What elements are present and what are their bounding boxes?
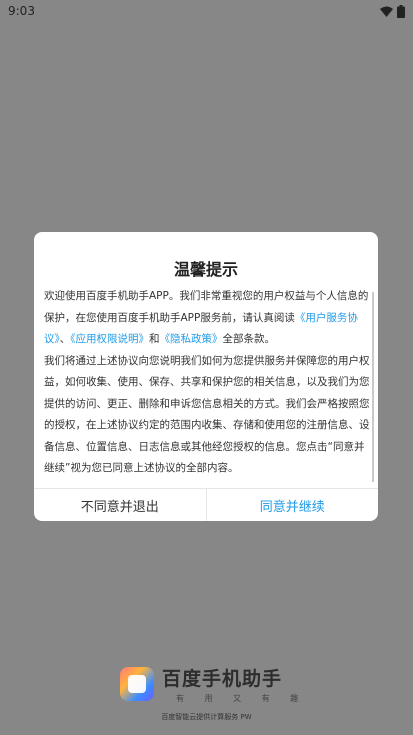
dialog-title: 温馨提示 xyxy=(173,260,238,279)
separator-and: 和 xyxy=(149,333,160,345)
separator-comma: 、 xyxy=(59,333,71,345)
status-bar: 9:03 xyxy=(0,0,413,22)
status-icons xyxy=(380,4,405,18)
dialog-body[interactable]: 欢迎使用百度手机助手APP。我们非常重视您的用户权益与个人信息的保护，在您使用百… xyxy=(44,286,374,486)
intro-paragraph: 欢迎使用百度手机助手APP。我们非常重视您的用户权益与个人信息的保护，在您使用百… xyxy=(44,286,374,351)
battery-icon xyxy=(397,4,405,18)
splash-logo: 百度手机助手 有 用 又 有 趣 xyxy=(120,664,307,704)
logo-title: 百度手机助手 xyxy=(162,668,283,690)
wifi-icon xyxy=(380,6,393,17)
dialog-actions: 不同意并退出 同意并继续 xyxy=(34,488,378,521)
app-logo-icon xyxy=(120,667,154,701)
agree-continue-button[interactable]: 同意并继续 xyxy=(207,489,379,521)
details-paragraph: 我们将通过上述协议向您说明我们如何为您提供服务并保障您的用户权益，如何收集、使用… xyxy=(44,354,370,475)
logo-tagline: 有 用 又 有 趣 xyxy=(176,694,308,703)
dialog-scrollbar[interactable] xyxy=(372,292,374,482)
permissions-link[interactable]: 《应用权限说明》 xyxy=(70,333,149,345)
privacy-policy-link[interactable]: 《隐私政策》 xyxy=(160,333,223,345)
disagree-exit-button[interactable]: 不同意并退出 xyxy=(34,489,207,521)
intro-end-text: 全部条款。 xyxy=(222,333,276,345)
footer-note: 百度智能云提供计算服务 PW xyxy=(161,713,252,721)
status-time: 9:03 xyxy=(8,4,35,18)
privacy-dialog: 温馨提示 欢迎使用百度手机助手APP。我们非常重视您的用户权益与个人信息的保护，… xyxy=(34,232,378,521)
